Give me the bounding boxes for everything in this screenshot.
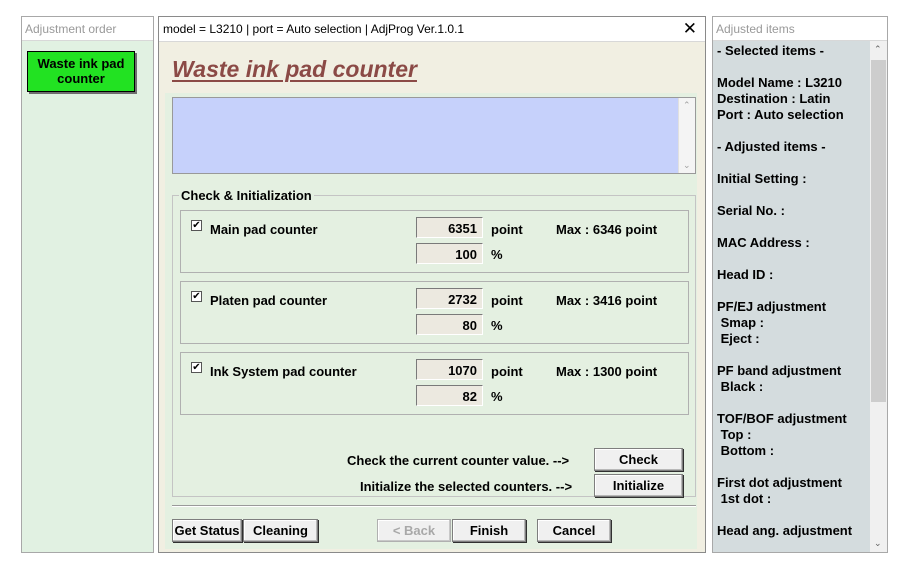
- scroll-up-icon[interactable]: ⌃: [874, 44, 882, 55]
- get-status-button[interactable]: Get Status: [172, 519, 242, 542]
- adjusted-item-line: - Adjusted items -: [717, 139, 826, 154]
- scroll-down-icon[interactable]: ⌄: [683, 160, 691, 171]
- check-init-group: Check & Initialization ✔ Main pad counte…: [172, 188, 696, 497]
- counter-max: Max : 1300 point: [556, 364, 658, 379]
- dialog-body: Waste ink pad counter ⌃ ⌄ Check & Initia…: [165, 49, 697, 549]
- adjusted-item-line: Destination : Latin: [717, 91, 831, 106]
- platen-pad-counter-row: ✔ Platen pad counter 2732 point Max : 34…: [180, 281, 689, 344]
- counter-label: Ink System pad counter: [210, 364, 357, 379]
- adjusted-item-line: MAC Address :: [717, 235, 810, 250]
- cancel-button[interactable]: Cancel: [537, 519, 611, 542]
- log-scrollbar[interactable]: ⌃ ⌄: [678, 98, 695, 173]
- percent-unit: %: [491, 389, 503, 404]
- adjustment-order-panel: Adjustment order Waste ink pad counter: [21, 16, 154, 553]
- ink-system-pad-checkbox[interactable]: ✔: [191, 362, 202, 373]
- heading-band: Waste ink pad counter: [165, 49, 697, 93]
- counter-percent: 100: [416, 243, 483, 264]
- counter-value: 1070: [416, 359, 483, 380]
- order-item-label-line1: Waste ink pad: [37, 56, 125, 71]
- adjusted-items-title: Adjusted items: [713, 17, 887, 41]
- finish-button[interactable]: Finish: [452, 519, 526, 542]
- main-pad-checkbox[interactable]: ✔: [191, 220, 202, 231]
- counter-percent: 82: [416, 385, 483, 406]
- ink-system-pad-counter-row: ✔ Ink System pad counter 1070 point Max …: [180, 352, 689, 415]
- order-item-waste-ink-pad-counter[interactable]: Waste ink pad counter: [27, 51, 135, 92]
- adjusted-item-line: Serial No. :: [717, 203, 785, 218]
- adjusted-item-line: Head ang. adjustment: [717, 523, 853, 538]
- platen-pad-checkbox[interactable]: ✔: [191, 291, 202, 302]
- check-prompt: Check the current counter value. -->: [347, 453, 570, 468]
- adjusted-items-panel: Adjusted items - Selected items - Model N…: [712, 16, 888, 553]
- adjusted-item-line: PF/EJ adjustment: [717, 299, 827, 314]
- adjusted-item-line: 1st dot :: [717, 491, 772, 506]
- cleaning-button[interactable]: Cleaning: [243, 519, 318, 542]
- counter-percent: 80: [416, 314, 483, 335]
- counter-max: Max : 3416 point: [556, 293, 658, 308]
- scroll-up-icon[interactable]: ⌃: [683, 100, 691, 111]
- main-pad-counter-row: ✔ Main pad counter 6351 point Max : 6346…: [180, 210, 689, 273]
- adjprog-dialog: model = L3210 | port = Auto selection | …: [158, 16, 706, 553]
- adjusted-item-line: First dot adjustment: [717, 475, 842, 490]
- adjusted-item-line: Bottom :: [717, 443, 775, 458]
- group-label: Check & Initialization: [179, 188, 314, 203]
- order-item-label-line2: counter: [57, 71, 105, 86]
- adjusted-item-line: Model Name : L3210: [717, 75, 842, 90]
- footer-divider: [172, 505, 696, 507]
- dialog-titlebar: model = L3210 | port = Auto selection | …: [159, 17, 705, 42]
- back-button[interactable]: < Back: [377, 519, 451, 542]
- adjusted-item-line: Top :: [717, 427, 752, 442]
- counter-max: Max : 6346 point: [556, 222, 658, 237]
- counter-label: Main pad counter: [210, 222, 318, 237]
- scroll-down-icon[interactable]: ⌄: [874, 538, 882, 549]
- initialize-prompt: Initialize the selected counters. -->: [360, 479, 573, 494]
- adjusted-item-line: Head ID :: [717, 267, 774, 282]
- close-icon[interactable]: ✕: [683, 19, 697, 39]
- counter-label: Platen pad counter: [210, 293, 328, 308]
- adjusted-items-scrollbar[interactable]: ⌃ ⌄: [870, 41, 887, 552]
- page-title: Waste ink pad counter: [172, 56, 417, 82]
- adjusted-item-line: TOF/BOF adjustment: [717, 411, 847, 426]
- adjustment-order-title: Adjustment order: [22, 17, 153, 41]
- check-button[interactable]: Check: [594, 448, 683, 471]
- counter-unit: point: [491, 293, 523, 308]
- counter-unit: point: [491, 364, 523, 379]
- scrollbar-thumb[interactable]: [871, 60, 886, 402]
- percent-unit: %: [491, 318, 503, 333]
- adjusted-item-line: Smap :: [717, 315, 764, 330]
- counter-unit: point: [491, 222, 523, 237]
- adjusted-item-line: Eject :: [717, 331, 760, 346]
- adjusted-item-line: PF band adjustment: [717, 363, 842, 378]
- adjusted-item-line: Port : Auto selection: [717, 107, 844, 122]
- initialize-button[interactable]: Initialize: [594, 474, 683, 497]
- percent-unit: %: [491, 247, 503, 262]
- adjusted-item-line: Black :: [717, 379, 764, 394]
- counter-value: 6351: [416, 217, 483, 238]
- counter-value: 2732: [416, 288, 483, 309]
- dialog-title: model = L3210 | port = Auto selection | …: [163, 22, 465, 36]
- adjusted-item-line: Initial Setting :: [717, 171, 807, 186]
- adjusted-item-line: - Selected items -: [717, 43, 824, 58]
- log-textarea[interactable]: ⌃ ⌄: [172, 97, 696, 174]
